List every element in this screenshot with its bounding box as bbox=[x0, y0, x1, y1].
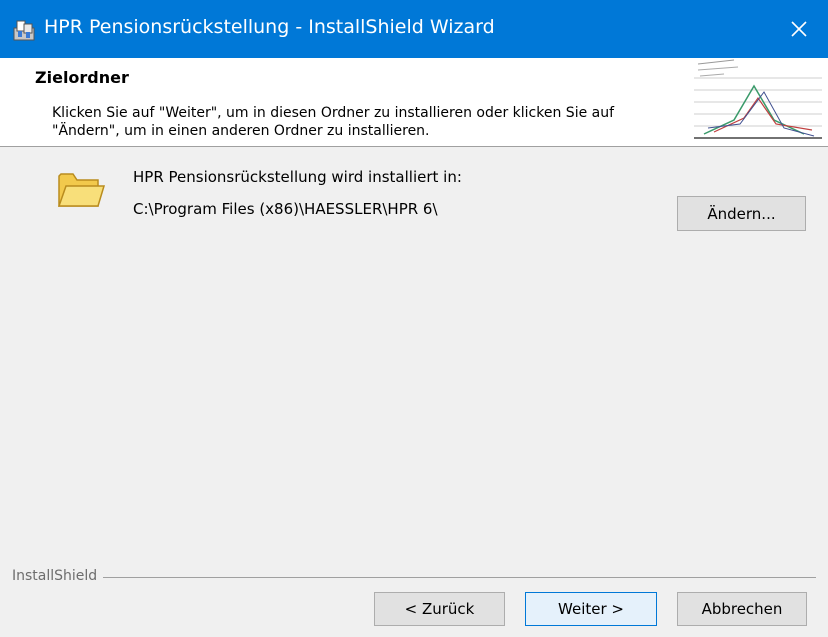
separator bbox=[12, 577, 816, 578]
install-location-label: HPR Pensionsrückstellung wird installier… bbox=[133, 168, 462, 186]
brand-label: InstallShield bbox=[12, 568, 104, 584]
installer-icon bbox=[12, 18, 36, 42]
folder-icon bbox=[56, 166, 106, 212]
description-line-2: "Ändern", um in einen anderen Ordner zu … bbox=[52, 123, 430, 139]
description-line-1: Klicken Sie auf "Weiter", um in diesen O… bbox=[52, 105, 615, 121]
page-title: Zielordner bbox=[35, 68, 129, 87]
installshield-branding: InstallShield bbox=[0, 568, 828, 588]
title-bar[interactable]: HPR Pensionsrückstellung - InstallShield… bbox=[0, 0, 828, 58]
next-button[interactable]: Weiter > bbox=[525, 592, 657, 626]
installer-window: HPR Pensionsrückstellung - InstallShield… bbox=[0, 0, 828, 637]
page-description: Klicken Sie auf "Weiter", um in diesen O… bbox=[52, 104, 682, 140]
close-icon[interactable] bbox=[770, 0, 828, 58]
back-button[interactable]: < Zurück bbox=[374, 592, 505, 626]
banner-graphic bbox=[694, 58, 822, 144]
install-path: C:\Program Files (x86)\HAESSLER\HPR 6\ bbox=[133, 200, 438, 218]
wizard-header: Zielordner Klicken Sie auf "Weiter", um … bbox=[0, 58, 828, 147]
window-title: HPR Pensionsrückstellung - InstallShield… bbox=[44, 16, 495, 38]
change-button[interactable]: Ändern... bbox=[677, 196, 806, 231]
cancel-button[interactable]: Abbrechen bbox=[677, 592, 807, 626]
